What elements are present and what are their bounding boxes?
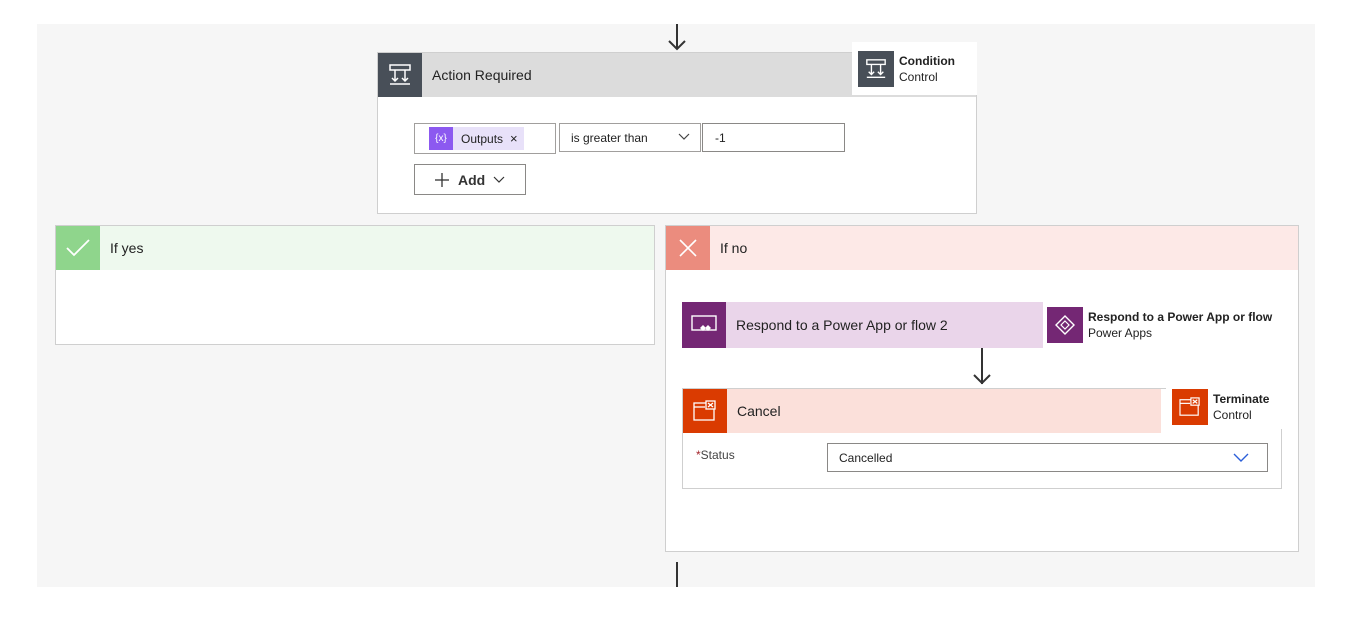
chevron-down-icon <box>678 133 690 140</box>
terminate-icon <box>683 389 727 433</box>
outputs-token[interactable]: {x} Outputs × <box>429 127 524 150</box>
bottom-connector-line <box>676 562 678 587</box>
respond-action-header[interactable]: Respond to a Power App or flow 2 <box>682 302 1043 348</box>
respond-action-title: Respond to a Power App or flow 2 <box>736 317 948 333</box>
chevron-down-icon <box>1233 453 1249 462</box>
add-label: Add <box>458 171 486 188</box>
condition-title: Action Required <box>432 67 532 83</box>
chevron-down-icon <box>493 176 505 183</box>
if-yes-title: If yes <box>110 240 144 256</box>
if-no-header[interactable]: If no <box>666 226 1298 270</box>
tooltip-title: Terminate <box>1213 392 1270 406</box>
if-no-title: If no <box>720 240 748 256</box>
arrow-down-icon <box>668 40 686 51</box>
close-icon <box>666 226 710 270</box>
add-button[interactable]: Add <box>414 164 526 195</box>
status-value: Cancelled <box>839 450 893 465</box>
condition-value-input[interactable]: -1 <box>702 123 845 152</box>
condition-icon <box>378 53 422 97</box>
tooltip-subtitle: Power Apps <box>1088 326 1153 340</box>
tooltip-subtitle: Control <box>899 69 938 84</box>
operator-dropdown[interactable]: is greater than <box>559 123 701 152</box>
if-yes-branch[interactable]: If yes <box>55 225 655 345</box>
arrow-down-icon <box>973 374 991 385</box>
condition-icon <box>858 50 894 87</box>
cancel-action-header[interactable]: Cancel <box>683 389 1161 433</box>
condition-value: -1 <box>715 130 726 145</box>
powerapps-icon <box>1047 307 1083 343</box>
terminate-tooltip: Terminate Control <box>1166 385 1282 429</box>
respond-action-card[interactable]: Respond to a Power App or flow 2 <box>682 302 1043 348</box>
status-label: *Status <box>696 448 735 462</box>
tooltip-subtitle: Control <box>1213 408 1252 422</box>
cancel-action-title: Cancel <box>737 403 781 419</box>
status-label-text: Status <box>700 448 735 462</box>
token-remove-button[interactable]: × <box>510 131 518 146</box>
operator-value: is greater than <box>571 130 648 145</box>
condition-left-operand[interactable]: {x} Outputs × <box>414 123 556 154</box>
plus-icon <box>435 172 449 187</box>
powerapps-icon <box>682 302 726 348</box>
condition-tooltip: Condition Control <box>852 42 977 95</box>
respond-tooltip: Respond to a Power App or flow Power App… <box>1043 303 1283 347</box>
expression-icon: {x} <box>429 127 453 150</box>
tooltip-title: Condition <box>899 53 955 68</box>
terminate-icon <box>1172 389 1208 425</box>
tooltip-title: Respond to a Power App or flow <box>1088 310 1273 324</box>
if-yes-header[interactable]: If yes <box>56 226 654 270</box>
checkmark-icon <box>56 226 100 270</box>
status-dropdown[interactable]: Cancelled <box>827 443 1268 472</box>
token-label: Outputs <box>461 131 504 146</box>
